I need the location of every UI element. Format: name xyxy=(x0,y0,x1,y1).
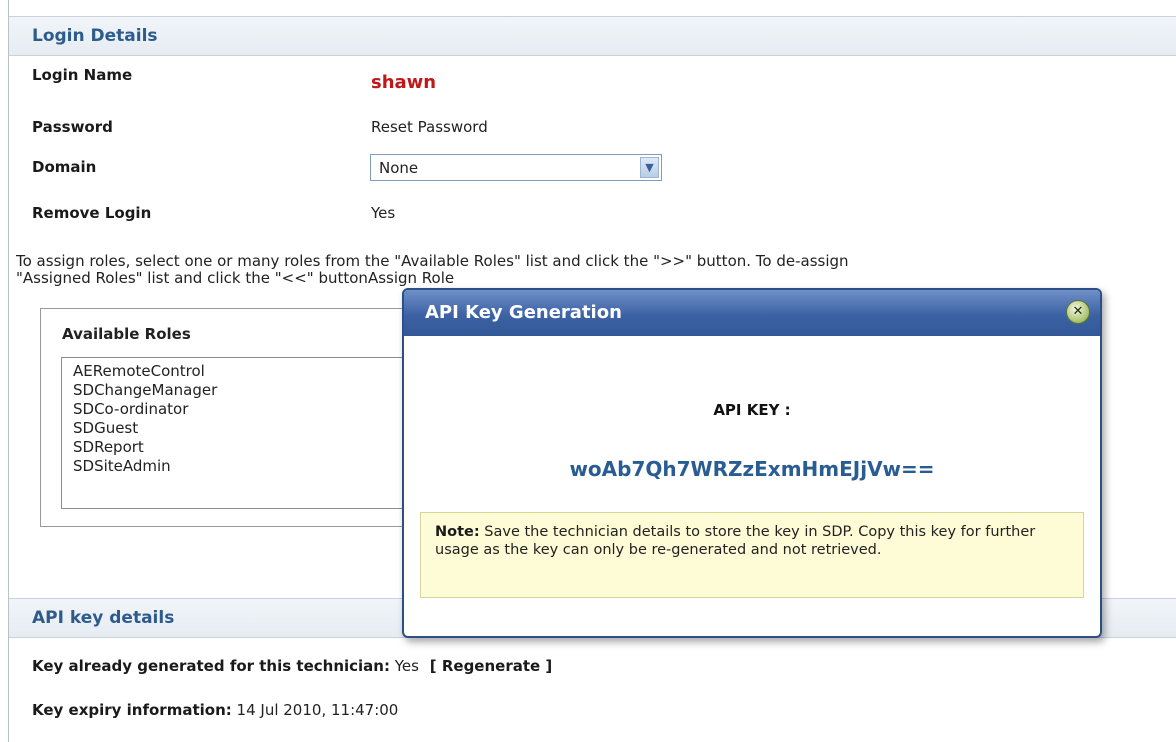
key-generated-row: Key already generated for this technicia… xyxy=(32,657,552,675)
domain-selected-value: None xyxy=(379,159,419,177)
regenerate-link[interactable]: [ Regenerate ] xyxy=(430,657,553,675)
dialog-title: API Key Generation xyxy=(425,302,622,323)
login-name-label: Login Name xyxy=(32,66,133,84)
available-roles-list[interactable]: AERemoteControl SDChangeManager SDCo-ord… xyxy=(61,357,421,509)
domain-label: Domain xyxy=(32,158,97,176)
password-label: Password xyxy=(32,118,113,136)
login-name-value: shawn xyxy=(371,72,437,93)
key-expiry-label: Key expiry information: xyxy=(32,701,232,719)
chevron-down-icon[interactable]: ▼ xyxy=(640,157,659,178)
dialog-titlebar: API Key Generation xyxy=(404,290,1100,336)
list-item[interactable]: SDGuest xyxy=(73,419,420,438)
key-expiry-row: Key expiry information: 14 Jul 2010, 11:… xyxy=(32,701,398,719)
api-key-label: API KEY : xyxy=(713,401,791,419)
domain-select[interactable]: None ▼ xyxy=(370,154,662,181)
remove-login-label: Remove Login xyxy=(32,204,152,222)
list-item[interactable]: SDReport xyxy=(73,438,420,457)
list-item[interactable]: SDChangeManager xyxy=(73,381,420,400)
roles-instructions-line-1: To assign roles, select one or many role… xyxy=(16,253,849,270)
remove-login-link[interactable]: Yes xyxy=(371,204,395,222)
note-text: Save the technician details to store the… xyxy=(435,524,1036,558)
api-key-generation-dialog: API Key Generation ✕ API KEY : woAb7Qh7W… xyxy=(402,288,1102,638)
key-expiry-value: 14 Jul 2010, 11:47:00 xyxy=(236,701,399,719)
key-generated-value: Yes xyxy=(394,657,419,675)
available-roles-box: Available Roles AERemoteControl SDChange… xyxy=(40,308,421,527)
roles-instructions: To assign roles, select one or many role… xyxy=(16,253,1176,287)
login-details-header: Login Details xyxy=(9,16,1176,56)
api-key-value: woAb7Qh7WRZzExmHmEJjVw== xyxy=(569,457,935,481)
reset-password-link[interactable]: Reset Password xyxy=(371,118,488,136)
close-icon[interactable]: ✕ xyxy=(1066,300,1090,324)
list-item[interactable]: SDSiteAdmin xyxy=(73,457,420,476)
list-item[interactable]: SDCo-ordinator xyxy=(73,400,420,419)
note-label: Note: xyxy=(435,524,480,540)
list-item[interactable]: AERemoteControl xyxy=(73,362,420,381)
note-box: Note: Save the technician details to sto… xyxy=(420,512,1084,598)
key-generated-label: Key already generated for this technicia… xyxy=(32,657,390,675)
roles-instructions-line-2: "Assigned Roles" list and click the "<<"… xyxy=(16,269,455,287)
available-roles-title: Available Roles xyxy=(62,325,191,343)
